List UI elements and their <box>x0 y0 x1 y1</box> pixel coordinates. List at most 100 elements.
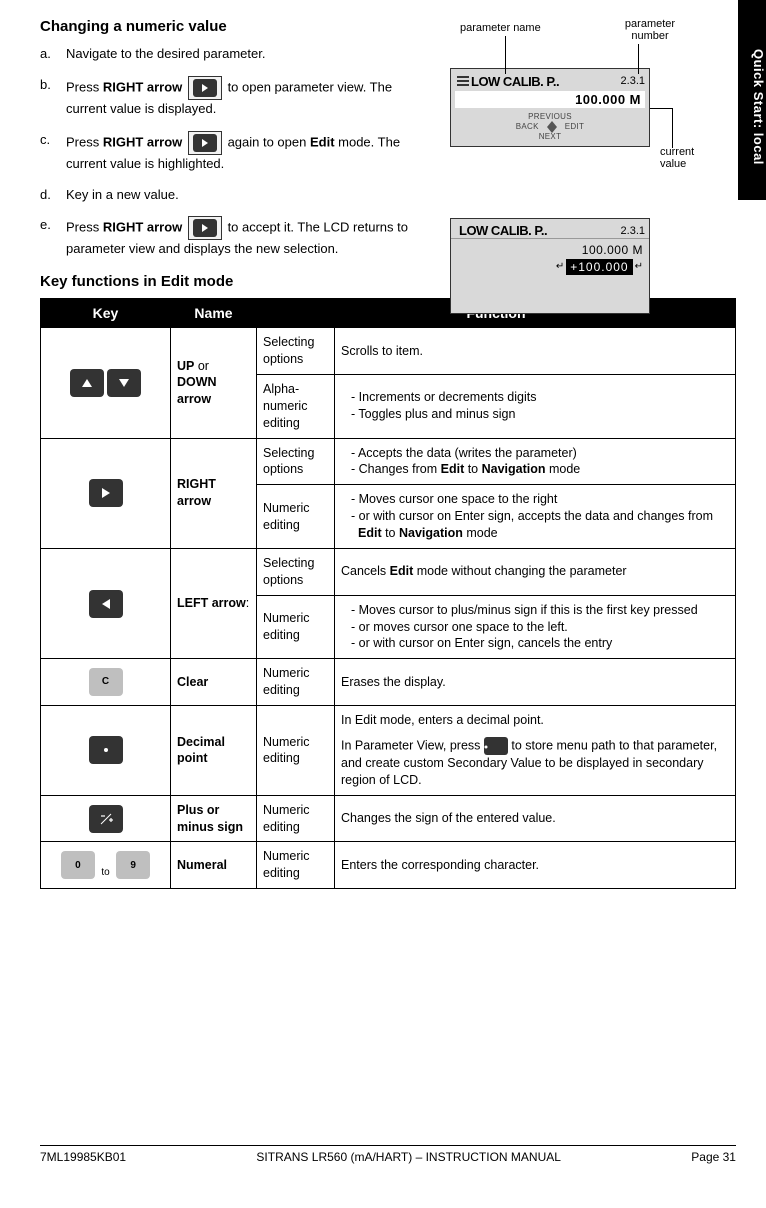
bold: Edit <box>310 134 335 149</box>
mode: Numeric editing <box>257 706 335 796</box>
name-left: LEFT arrow: <box>171 548 257 658</box>
nav-back: BACK <box>516 123 539 131</box>
th-name: Name <box>171 299 257 328</box>
down-arrow-icon <box>107 369 141 397</box>
fn-line: In Parameter View, press to store menu p… <box>341 737 729 789</box>
up-arrow-icon <box>70 369 104 397</box>
step-marker: d. <box>40 186 66 205</box>
table-row: C Clear Numeric editing Erases the displ… <box>41 659 736 706</box>
clear-key-icon: C <box>89 668 123 696</box>
lcd2-title: LOW CALIB. P.. <box>455 223 621 238</box>
step-e: e. Press RIGHT arrow to accept it. The L… <box>40 216 430 259</box>
table-row: UP or DOWN arrow Selecting options Scrol… <box>41 328 736 375</box>
lcd2-edit-value: +100.000 <box>566 259 632 275</box>
steps-list: a. Navigate to the desired parameter. b.… <box>40 45 430 259</box>
mode: Numeric editing <box>257 485 335 549</box>
fn: Erases the display. <box>335 659 736 706</box>
enter-icon: ↵ <box>556 261 564 272</box>
numeral-keys: 0 to 9 <box>41 842 171 889</box>
step-a: a. Navigate to the desired parameter. <box>40 45 430 64</box>
step-b: b. Press RIGHT arrow to open parameter v… <box>40 76 430 119</box>
table-row: Plus or minus sign Numeric editing Chang… <box>41 795 736 842</box>
table-row: Decimal point Numeric editing In Edit mo… <box>41 706 736 796</box>
fn: Moves cursor to plus/minus sign if this … <box>335 595 736 659</box>
fn-item: Changes from Edit to Navigation mode <box>351 461 729 478</box>
mode: Numeric editing <box>257 795 335 842</box>
annot-param-number: parameter number <box>620 18 680 42</box>
step-text: Press RIGHT arrow to open parameter view… <box>66 76 430 119</box>
name-updown: UP or DOWN arrow <box>171 328 257 438</box>
lcd-panel-2: LOW CALIB. P.. 2.3.1 100.000 M ↵ +100.00… <box>450 218 650 314</box>
fn-line: In Edit mode, enters a decimal point. <box>341 712 729 729</box>
plus-minus-key-icon <box>89 805 123 833</box>
menu-icon <box>455 73 471 89</box>
decimal-key-icon <box>484 737 508 755</box>
mode: Alpha-numeric editing <box>257 374 335 438</box>
step-d: d. Key in a new value. <box>40 186 430 205</box>
right-arrow-icon <box>188 131 222 155</box>
text: Press <box>66 134 103 149</box>
fn: Enters the corresponding character. <box>335 842 736 889</box>
annot-current-value: current value <box>660 146 704 170</box>
fn: Accepts the data (writes the parameter) … <box>335 438 736 485</box>
fn: In Edit mode, enters a decimal point. In… <box>335 706 736 796</box>
text: Press <box>66 220 103 235</box>
side-tab: Quick Start: local <box>738 0 766 200</box>
step-text: Press RIGHT arrow to accept it. The LCD … <box>66 216 430 259</box>
fn: Moves cursor one space to the right or w… <box>335 485 736 549</box>
mode: Selecting options <box>257 328 335 375</box>
step-text: Navigate to the desired parameter. <box>66 45 265 64</box>
table-row: 0 to 9 Numeral Numeric editing Enters th… <box>41 842 736 889</box>
mode: Numeric editing <box>257 595 335 659</box>
footer-center: SITRANS LR560 (mA/HART) – INSTRUCTION MA… <box>256 1150 561 1164</box>
fn-item: or with cursor on Enter sign, accepts th… <box>351 508 729 542</box>
fn: Increments or decrements digits Toggles … <box>335 374 736 438</box>
page-footer: 7ML19985KB01 SITRANS LR560 (mA/HART) – I… <box>40 1145 736 1164</box>
fn-item: or moves cursor one space to the left. <box>351 619 729 636</box>
th-key: Key <box>41 299 171 328</box>
text: again to open <box>228 134 310 149</box>
bold: RIGHT arrow <box>103 79 182 94</box>
right-arrow-icon <box>188 216 222 240</box>
fn-item: Toggles plus and minus sign <box>351 406 729 423</box>
mode: Selecting options <box>257 438 335 485</box>
enter-icon: ↵ <box>635 261 643 272</box>
lcd1-title: LOW CALIB. P.. <box>471 74 621 89</box>
nav-previous: PREVIOUS <box>451 113 649 121</box>
step-text: Key in a new value. <box>66 186 179 205</box>
mode: Numeric editing <box>257 842 335 889</box>
bold: RIGHT arrow <box>103 220 182 235</box>
right-arrow-icon <box>89 479 123 507</box>
label-to: to <box>101 867 109 878</box>
step-marker: b. <box>40 76 66 119</box>
name-numeral: Numeral <box>171 842 257 889</box>
zero-key-icon: 0 <box>61 851 95 879</box>
step-marker: a. <box>40 45 66 64</box>
lcd2-value1: 100.000 M <box>457 243 643 257</box>
fn: Cancels Edit mode without changing the p… <box>335 548 736 595</box>
annot-param-name: parameter name <box>460 22 541 34</box>
nav-edit: EDIT <box>565 123 584 131</box>
fn-item: Moves cursor one space to the right <box>351 491 729 508</box>
step-marker: c. <box>40 131 66 174</box>
footer-right: Page 31 <box>691 1150 736 1164</box>
key-functions-table: Key Name Function UP or DOWN arrow Selec… <box>40 298 736 889</box>
name-clear: Clear <box>171 659 257 706</box>
decimal-key-icon <box>89 736 123 764</box>
lcd-panel-1: LOW CALIB. P.. 2.3.1 100.000 M PREVIOUS … <box>450 68 650 147</box>
footer-left: 7ML19985KB01 <box>40 1150 126 1164</box>
left-arrow-icon <box>89 590 123 618</box>
lcd1-value: 100.000 M <box>455 91 645 108</box>
fn-item: Accepts the data (writes the parameter) <box>351 445 729 462</box>
table-row: LEFT arrow: Selecting options Cancels Ed… <box>41 548 736 595</box>
text: Press <box>66 79 103 94</box>
name-decimal: Decimal point <box>171 706 257 796</box>
mode: Numeric editing <box>257 659 335 706</box>
nav-next: NEXT <box>451 133 649 141</box>
fn-item: Increments or decrements digits <box>351 389 729 406</box>
name-plusminus: Plus or minus sign <box>171 795 257 842</box>
lcd2-number: 2.3.1 <box>621 225 645 237</box>
step-text: Press RIGHT arrow again to open Edit mod… <box>66 131 430 174</box>
fn: Changes the sign of the entered value. <box>335 795 736 842</box>
mode: Selecting options <box>257 548 335 595</box>
